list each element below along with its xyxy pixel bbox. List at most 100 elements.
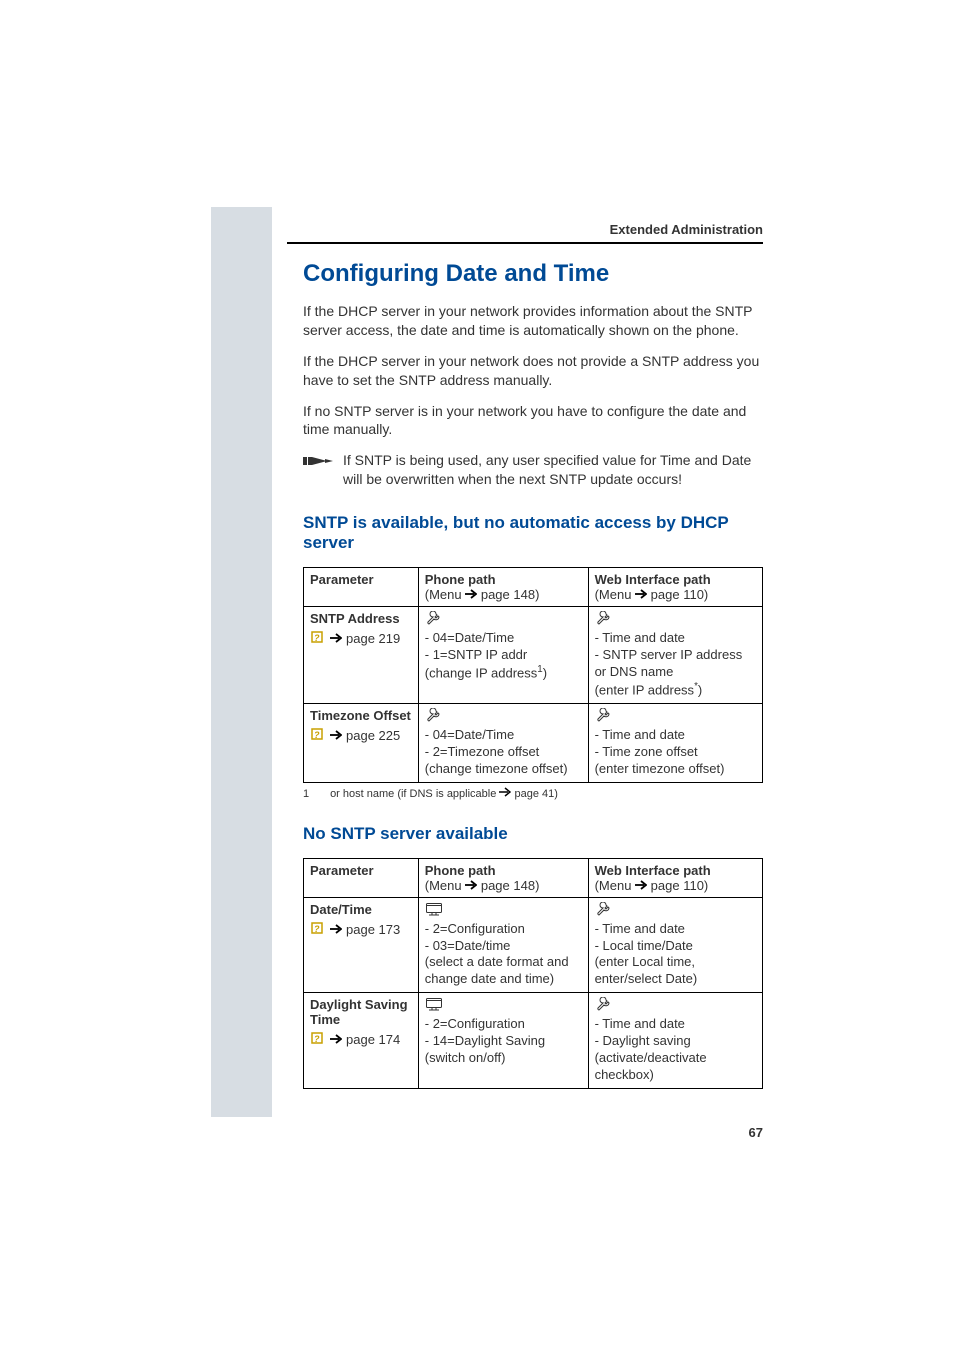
- svg-text:?: ?: [314, 1034, 320, 1044]
- page-reference: ?page 219: [310, 630, 400, 647]
- wrench-icon: [595, 997, 756, 1014]
- header-divider: [287, 242, 763, 244]
- arrow-right-icon: [330, 1032, 342, 1047]
- cell-line: - Daylight saving: [595, 1033, 756, 1050]
- screen-icon: [425, 997, 582, 1014]
- arrow-right-icon: [635, 587, 647, 602]
- parameter-name: Daylight Saving Time: [310, 997, 412, 1027]
- wrench-icon: [595, 708, 756, 725]
- cell-line: (enter timezone offset): [595, 761, 756, 778]
- table-row: Date/Time? page 173 - 2=Configuration- 03=…: [304, 897, 763, 993]
- cell-line: (change timezone offset): [425, 761, 582, 778]
- parameter-name: Date/Time: [310, 902, 412, 917]
- cell-line: - Time and date: [595, 921, 756, 938]
- arrow-right-icon: [499, 787, 511, 800]
- cell-line: (activate/deactivate checkbox): [595, 1050, 756, 1084]
- page-reference: ? page 225: [310, 727, 400, 744]
- intro-paragraph-2: If the DHCP server in your network does …: [303, 352, 763, 390]
- no-sntp-table: Parameter Phone path (Menu page 148): [303, 858, 763, 1089]
- table-row: Daylight Saving Time? page 174 - 2=Configu…: [304, 993, 763, 1089]
- wrench-icon: [595, 902, 756, 919]
- page-reference-text: page 174: [346, 1032, 400, 1047]
- reference-book-icon: ?: [310, 1031, 326, 1048]
- web-path-cell: - Time and date- Time zone offset(enter …: [588, 704, 762, 783]
- cell-line: (enter Local time, enter/select Date): [595, 954, 756, 988]
- web-path-cell: - Time and date- SNTP server IP address …: [588, 607, 762, 704]
- phone-path-cell: - 04=Date/Time- 1=SNTP IP addr(change IP…: [418, 607, 588, 704]
- cell-line: (select a date format and change date an…: [425, 954, 582, 988]
- arrow-right-icon: [465, 878, 477, 893]
- parameter-name: SNTP Address: [310, 611, 412, 626]
- cell-line: - 2=Timezone offset: [425, 744, 582, 761]
- col-header-web-path: Web Interface path (Menu page 110): [588, 858, 762, 897]
- cell-line: - 2=Configuration: [425, 921, 582, 938]
- svg-text:?: ?: [314, 924, 320, 934]
- section-title: Configuring Date and Time: [303, 260, 763, 288]
- parameter-cell: Timezone Offset? page 225: [304, 704, 419, 783]
- cell-line: - SNTP server IP address or DNS name: [595, 647, 756, 681]
- reference-book-icon: ?: [310, 727, 326, 744]
- phone-path-cell: - 04=Date/Time- 2=Timezone offset(change…: [418, 704, 588, 783]
- cell-line: - Time zone offset: [595, 744, 756, 761]
- main-content: Configuring Date and Time If the DHCP se…: [303, 260, 763, 1089]
- pointing-hand-icon: [303, 451, 337, 476]
- screen-icon: [425, 902, 582, 919]
- arrow-right-icon: [330, 922, 342, 937]
- page-reference-text: page 225: [346, 728, 400, 743]
- cell-line: (switch on/off): [425, 1050, 582, 1067]
- cell-line: - 04=Date/Time: [425, 727, 582, 744]
- table-footnote: 1 or host name (if DNS is applicable pag…: [303, 787, 763, 800]
- svg-text:?: ?: [314, 730, 320, 740]
- page-container: Extended Administration Configuring Date…: [0, 0, 954, 1351]
- parameter-cell: Daylight Saving Time? page 174: [304, 993, 419, 1089]
- left-sidebar-decoration: [211, 207, 272, 1117]
- cell-line: - 04=Date/Time: [425, 630, 582, 647]
- note-container: If SNTP is being used, any user specifie…: [303, 451, 763, 489]
- web-path-cell: - Time and date- Daylight saving(activat…: [588, 993, 762, 1089]
- wrench-icon: [595, 611, 756, 628]
- intro-paragraph-1: If the DHCP server in your network provi…: [303, 302, 763, 340]
- parameter-name: Timezone Offset: [310, 708, 412, 723]
- cell-line: - Time and date: [595, 1016, 756, 1033]
- subsection2-title: No SNTP server available: [303, 824, 763, 844]
- col-header-parameter: Parameter: [304, 568, 419, 607]
- table-header-row: Parameter Phone path (Menu page 148): [304, 858, 763, 897]
- page-reference-text: page 173: [346, 922, 400, 937]
- running-header: Extended Administration: [287, 222, 763, 237]
- reference-book-icon: ?: [310, 630, 326, 647]
- parameter-cell: SNTP Address ?page 219: [304, 607, 419, 704]
- cell-line: - 03=Date/time: [425, 938, 582, 955]
- arrow-right-icon: [635, 878, 647, 893]
- cell-line: - 2=Configuration: [425, 1016, 582, 1033]
- phone-path-cell: - 2=Configuration- 14=Daylight Saving(sw…: [418, 993, 588, 1089]
- page-reference: ? page 173: [310, 921, 400, 938]
- intro-paragraph-3: If no SNTP server is in your network you…: [303, 402, 763, 440]
- phone-path-cell: - 2=Configuration- 03=Date/time(select a…: [418, 897, 588, 993]
- cell-line: (change IP address1): [425, 664, 582, 682]
- cell-line: - Time and date: [595, 727, 756, 744]
- wrench-icon: [425, 611, 582, 628]
- cell-line: - Local time/Date: [595, 938, 756, 955]
- reference-book-icon: ?: [310, 921, 326, 938]
- arrow-right-icon: [330, 728, 342, 743]
- wrench-icon: [425, 708, 582, 725]
- col-header-phone-path: Phone path (Menu page 148): [418, 568, 588, 607]
- col-header-parameter: Parameter: [304, 858, 419, 897]
- arrow-right-icon: [330, 631, 342, 646]
- note-text: If SNTP is being used, any user specifie…: [343, 451, 763, 489]
- sntp-table: Parameter Phone path (Menu page 148): [303, 567, 763, 783]
- page-number: 67: [749, 1125, 763, 1140]
- cell-line: - 1=SNTP IP addr: [425, 647, 582, 664]
- web-path-cell: - Time and date- Local time/Date(enter L…: [588, 897, 762, 993]
- table-row: SNTP Address ?page 219 - 04=Date/Time- 1=S…: [304, 607, 763, 704]
- parameter-cell: Date/Time? page 173: [304, 897, 419, 993]
- col-header-web-path: Web Interface path (Menu page 110): [588, 568, 762, 607]
- table-row: Timezone Offset?page 225- 04=Date/Time- …: [304, 704, 763, 783]
- subsection1-title: SNTP is available, but no automatic acce…: [303, 513, 763, 553]
- col-header-phone-path: Phone path (Menu page 148): [418, 858, 588, 897]
- cell-line: - 14=Daylight Saving: [425, 1033, 582, 1050]
- table-header-row: Parameter Phone path (Menu page 148): [304, 568, 763, 607]
- cell-line: (enter IP address*): [595, 681, 756, 699]
- svg-text:?: ?: [314, 633, 320, 643]
- cell-line: - Time and date: [595, 630, 756, 647]
